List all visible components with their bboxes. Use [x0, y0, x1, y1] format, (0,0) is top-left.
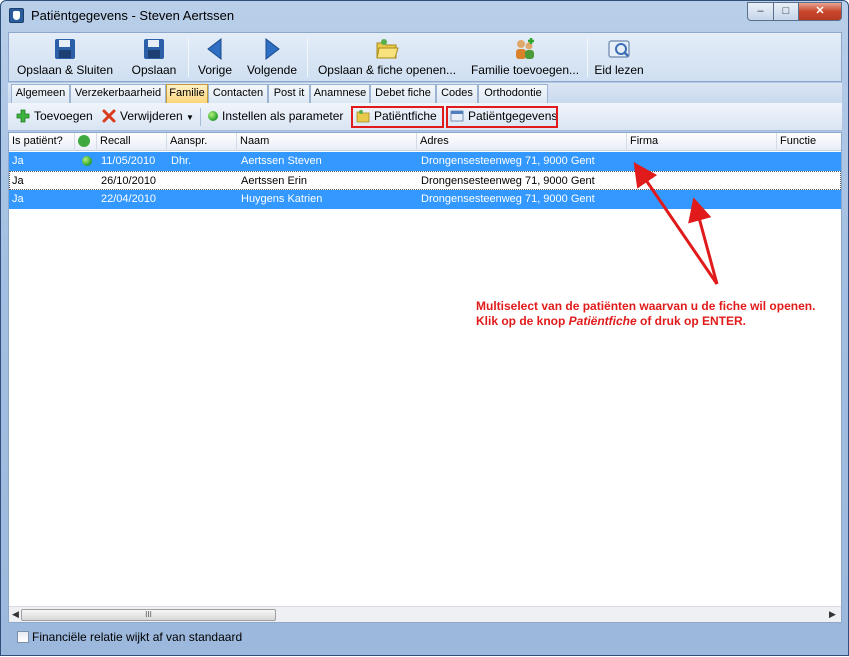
column-functie[interactable]: Functie: [777, 133, 841, 151]
tab-post-it[interactable]: Post it: [268, 84, 310, 103]
save-label: Opslaan: [131, 63, 177, 77]
green-dot-icon: [208, 111, 218, 121]
annotation-text: Multiselect van de patiënten waarvan u d…: [476, 299, 815, 329]
tab-debet-fiche[interactable]: Debet fiche: [370, 84, 436, 103]
patient-data-window: Patiëntgegevens - Steven Aertssen – □ ✕ …: [0, 0, 849, 656]
table-row[interactable]: Ja 26/10/2010 Aertssen Erin Drongenseste…: [9, 171, 841, 190]
annotation-line1: Multiselect van de patiënten waarvan u d…: [476, 299, 816, 313]
scroll-right-icon[interactable]: ▶: [829, 609, 836, 620]
save-and-close-label: Opslaan & Sluiten: [16, 63, 114, 77]
minimize-button[interactable]: –: [747, 2, 774, 21]
dropdown-caret-icon: ▼: [186, 113, 194, 122]
financial-relation-checkbox[interactable]: [17, 631, 29, 643]
toolbar-separator: [188, 37, 189, 77]
arrow-right-icon: [265, 37, 280, 61]
app-tooth-icon: [9, 8, 24, 23]
read-eid-button[interactable]: Eid lezen: [594, 34, 644, 80]
cell-naam: Aertssen Erin: [241, 175, 308, 187]
folder-open-icon: [376, 39, 399, 59]
maximize-button[interactable]: □: [773, 2, 799, 21]
cell-naam: Huygens Katrien: [241, 193, 323, 205]
tab-strip: Algemeen Verzekerbaarheid Familie Contac…: [8, 83, 842, 103]
annotation-line2: Klik op de knop Patiëntfiche of druk op …: [476, 314, 815, 329]
cell-recall: 11/05/2010: [101, 155, 156, 167]
column-firma[interactable]: Firma: [627, 133, 777, 151]
remove-dropdown-button[interactable]: Verwijderen ▼: [102, 108, 194, 126]
family-grid: Is patiënt? Recall Aanspr. Naam Adres Fi…: [8, 132, 842, 623]
table-row[interactable]: Ja 22/04/2010 Huygens Katrien Drongenses…: [9, 190, 841, 209]
scroll-thumb[interactable]: III: [21, 609, 276, 621]
set-as-parameter-button[interactable]: Instellen als parameter: [208, 108, 343, 126]
tab-orthodontie[interactable]: Orthodontie: [478, 84, 548, 103]
active-status-icon: [82, 156, 92, 166]
plus-icon: [16, 109, 30, 123]
footer-bar: Financiële relatie wijkt af van standaar…: [8, 626, 842, 648]
save-and-open-file-button[interactable]: Opslaan & fiche openen...: [314, 34, 460, 80]
family-icon: [516, 38, 534, 59]
cell-is-patient: Ja: [12, 155, 24, 167]
annotation-line2-start: Klik op de knop: [476, 314, 569, 328]
floppy-disk-icon: [144, 39, 164, 59]
save-and-close-button[interactable]: Opslaan & Sluiten: [15, 34, 115, 80]
title-bar: Patiëntgegevens - Steven Aertssen – □ ✕: [1, 1, 848, 31]
add-family-label: Familie toevoegen...: [470, 63, 580, 77]
annotation-line2-end: of druk op ENTER.: [636, 314, 747, 328]
add-family-button[interactable]: Familie toevoegen...: [467, 34, 583, 80]
horizontal-scrollbar[interactable]: ◀ III ▶: [9, 606, 841, 622]
cell-recall: 22/04/2010: [101, 193, 157, 205]
toolbar-separator: [307, 37, 308, 77]
main-toolbar: Opslaan & Sluiten Opslaan Vorige Volgend…: [8, 32, 842, 82]
column-status[interactable]: [75, 133, 97, 151]
cell-aanspr: Dhr.: [171, 155, 192, 167]
annotation-emphasis: Patiëntfiche: [568, 314, 637, 328]
save-and-open-file-label: Opslaan & fiche openen...: [317, 63, 457, 77]
add-label: Toevoegen: [34, 109, 93, 123]
arrow-left-icon: [207, 37, 222, 61]
close-button[interactable]: ✕: [798, 2, 842, 21]
tab-anamnese[interactable]: Anamnese: [310, 84, 370, 103]
highlight-box-patient-data: [446, 106, 558, 128]
id-card-icon: [608, 40, 630, 58]
check-circle-icon: [78, 135, 90, 147]
action-separator: [200, 108, 201, 126]
next-button[interactable]: Volgende: [243, 34, 301, 80]
cell-is-patient: Ja: [12, 193, 24, 205]
add-button[interactable]: Toevoegen: [16, 108, 93, 126]
cell-adres: Drongensesteenweg 71, 9000 Gent: [421, 193, 595, 205]
column-naam[interactable]: Naam: [237, 133, 417, 151]
column-aanspr[interactable]: Aanspr.: [167, 133, 237, 151]
tab-familie[interactable]: Familie: [166, 84, 208, 103]
tab-contacten[interactable]: Contacten: [208, 84, 268, 103]
cell-adres: Drongensesteenweg 71, 9000 Gent: [421, 155, 595, 167]
tab-algemeen[interactable]: Algemeen: [11, 84, 70, 103]
table-row[interactable]: Ja 11/05/2010 Dhr. Aertssen Steven Drong…: [9, 152, 841, 171]
window-title: Patiëntgegevens - Steven Aertssen: [31, 8, 235, 23]
set-as-parameter-label: Instellen als parameter: [222, 109, 344, 123]
scroll-left-icon[interactable]: ◀: [12, 609, 19, 620]
column-adres[interactable]: Adres: [417, 133, 627, 151]
cell-recall: 26/10/2010: [101, 175, 157, 187]
previous-label: Vorige: [197, 63, 233, 77]
column-is-patient[interactable]: Is patiënt?: [9, 133, 75, 151]
cell-adres: Drongensesteenweg 71, 9000 Gent: [421, 175, 595, 187]
column-recall[interactable]: Recall: [97, 133, 167, 151]
tab-codes[interactable]: Codes: [436, 84, 478, 103]
delete-x-icon: [102, 109, 116, 123]
read-eid-label: Eid lezen: [594, 63, 644, 77]
tab-verzekerbaarheid[interactable]: Verzekerbaarheid: [70, 84, 166, 103]
financial-relation-label[interactable]: Financiële relatie wijkt af van standaar…: [32, 630, 242, 644]
next-label: Volgende: [246, 63, 298, 77]
family-action-bar: Toevoegen Verwijderen ▼ Instellen als pa…: [8, 103, 842, 131]
toolbar-separator: [587, 37, 588, 77]
cell-is-patient: Ja: [12, 175, 24, 187]
cell-naam: Aertssen Steven: [241, 155, 322, 167]
remove-label: Verwijderen: [120, 109, 183, 123]
save-button[interactable]: Opslaan: [126, 34, 182, 80]
floppy-disk-icon: [55, 39, 75, 59]
grid-header: Is patiënt? Recall Aanspr. Naam Adres Fi…: [9, 133, 841, 151]
highlight-box-patient-file: [351, 106, 444, 128]
previous-button[interactable]: Vorige: [192, 34, 238, 80]
